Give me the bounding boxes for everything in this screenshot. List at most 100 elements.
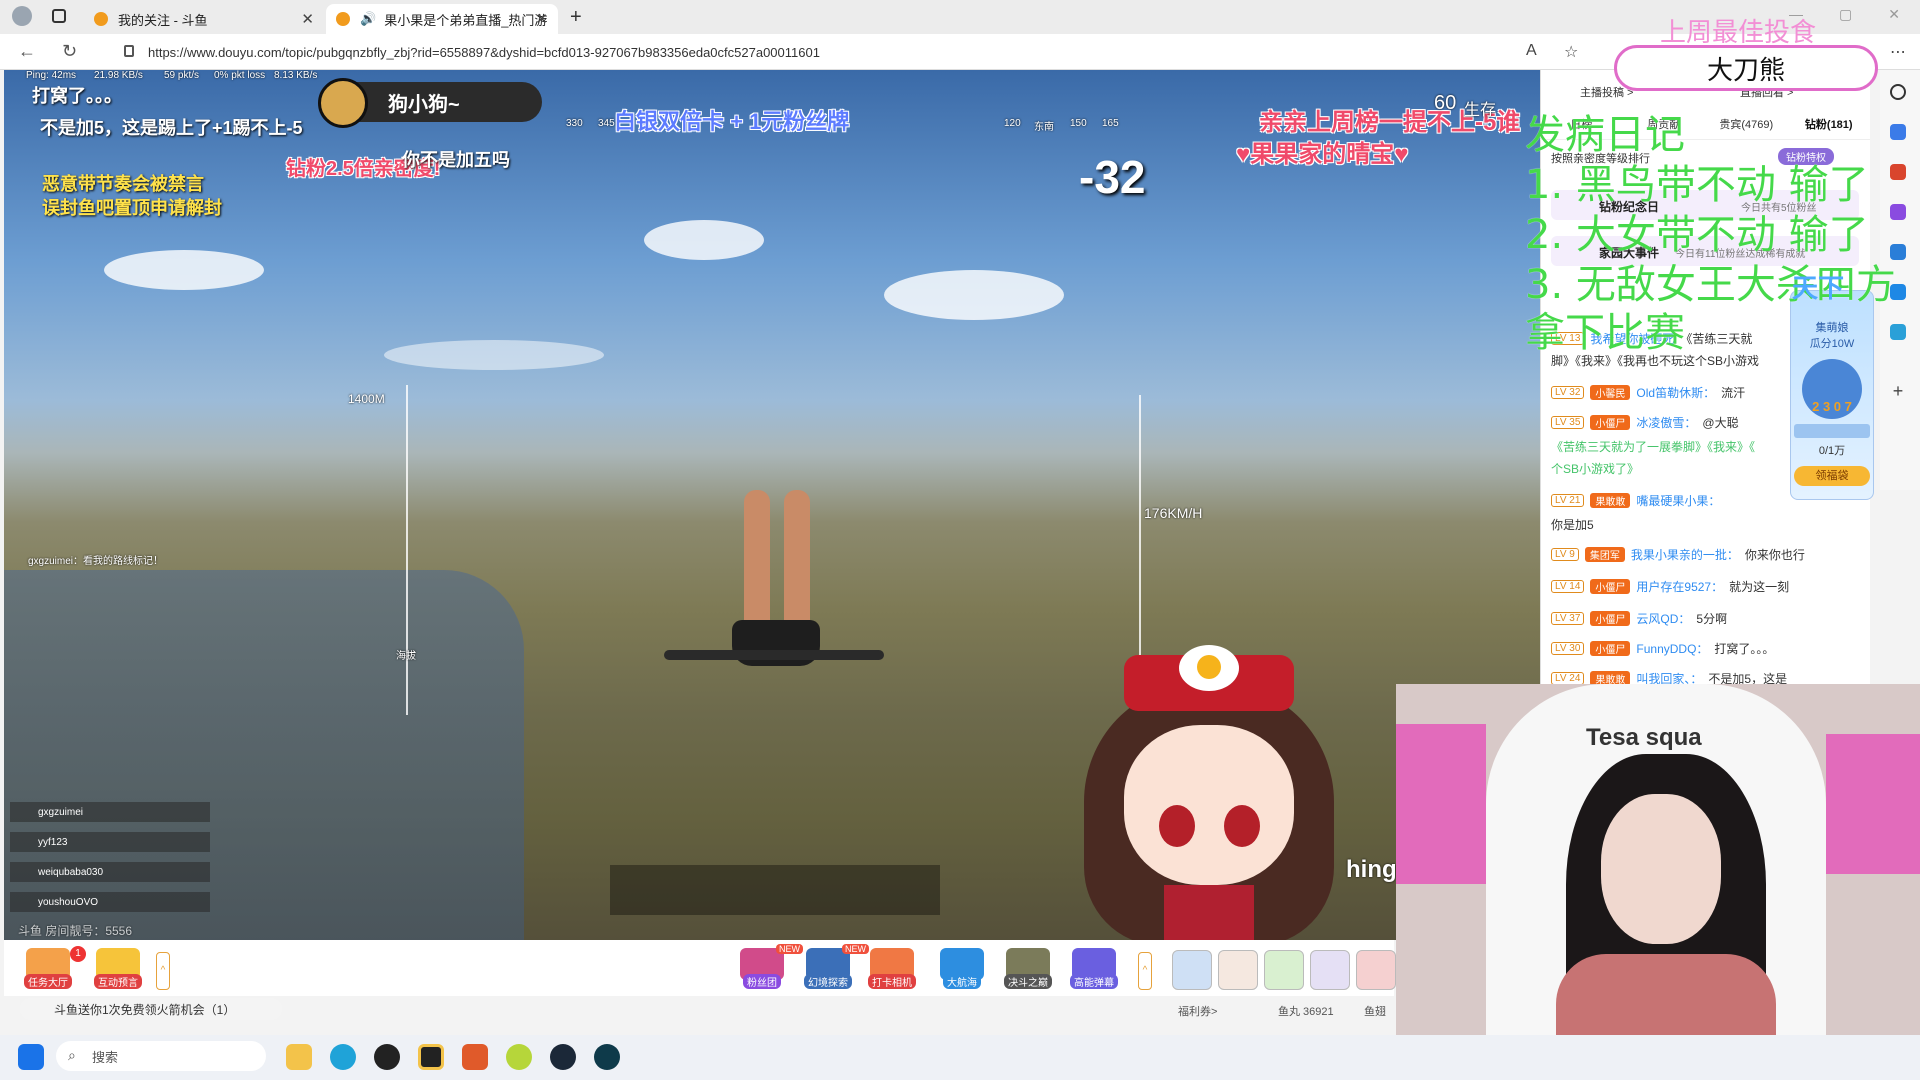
close-icon[interactable]: ✕ (301, 10, 314, 28)
gift-danmaku[interactable]: 高能弹幕 (1066, 948, 1122, 996)
url-field[interactable]: https://www.douyu.com/topic/pubgqnzbfly_… (116, 39, 1576, 65)
rocket-notice[interactable]: 斗鱼送你1次免费领火箭机会（1） (20, 998, 282, 1020)
lucky-bag-progress-bar (1794, 424, 1870, 438)
video-player[interactable]: Ping: 42ms 21.98 KB/s 59 pkt/s 0% pkt lo… (4, 70, 1540, 940)
gift-explore[interactable]: 幻境探索 (800, 948, 856, 996)
chat-overlay: 你不是加五吗 (402, 150, 510, 170)
chat-message: LV 14 小僵尸 用户存在9527： 就为这一刻 (1551, 578, 1789, 595)
tab-live-room[interactable]: 🔊 果小果是个弟弟直播_热门游 ✕ (326, 4, 558, 34)
new-tag: NEW (776, 944, 803, 954)
best-feeder-title: 上周最佳投食 (1660, 17, 1817, 47)
file-explorer-icon[interactable] (286, 1044, 312, 1070)
best-feeder-name: 大刀熊 (1614, 45, 1878, 91)
expand-icon[interactable]: ^ (156, 952, 170, 990)
lucky-bag-widget[interactable]: 集萌娘 瓜分10W 2 3 0 7 0/1万 领福袋 (1790, 290, 1874, 500)
chat-message: LV 21 果敢敢 嘴最硬果小果： (1551, 492, 1720, 509)
app-icon[interactable] (594, 1044, 620, 1070)
search-icon: ⌕ (68, 1047, 76, 1063)
tab-vip[interactable]: 贵宾(4769) (1705, 110, 1788, 139)
gift-duel[interactable]: 决斗之巅 (1000, 948, 1056, 996)
task-badge: 1 (70, 946, 86, 962)
favorite-star-icon[interactable]: ☆ (1564, 42, 1578, 62)
gift-item[interactable] (1218, 950, 1258, 990)
collect-bag-button[interactable]: 领福袋 (1794, 466, 1870, 486)
steam-icon[interactable] (550, 1044, 576, 1070)
gift-item[interactable] (1310, 950, 1350, 990)
gift-camera[interactable]: 打卡相机 (864, 948, 920, 996)
altitude-text: 1400M (348, 392, 385, 406)
task-hall-button[interactable]: 任务大厅 (20, 948, 76, 996)
app-icon[interactable] (374, 1044, 400, 1070)
sea-label: 海拔 (396, 651, 416, 662)
edge-icon[interactable] (330, 1044, 356, 1070)
warning-text: 恶意带节奏会被禁言 (42, 174, 204, 194)
tab-diamond[interactable]: 钻粉(181) (1788, 110, 1871, 139)
net-text: 21.98 KB/s (94, 70, 143, 81)
team-member: weiqubaba030 (10, 862, 210, 882)
interact-predict-button[interactable]: 互动预言 (90, 948, 146, 996)
compass-tick: 330 (566, 118, 583, 129)
lucky-bag-title: 集萌娘 (1815, 322, 1849, 334)
collections-icon[interactable] (1890, 124, 1906, 140)
back-icon[interactable]: ← (18, 41, 36, 62)
fishwing-count: 鱼翅 (1364, 1006, 1386, 1018)
chat-message: LV 35 小僵尸 冰凌傲雪： @大聪 (1551, 414, 1739, 431)
tab-actions-icon[interactable] (52, 9, 66, 23)
profile-icon[interactable] (12, 6, 32, 26)
new-tab-button[interactable]: + (570, 6, 582, 29)
team-member: yyf123 (10, 832, 210, 852)
add-icon[interactable]: + (1890, 382, 1906, 400)
search-icon[interactable] (1890, 84, 1906, 100)
speaker-icon[interactable]: 🔊 (360, 11, 376, 27)
app-icon[interactable] (418, 1044, 444, 1070)
tab-title: 我的关注 - 斗鱼 (118, 12, 208, 28)
streamer-badge: 狗小狗~ (318, 78, 542, 128)
room-number: 斗鱼 房间靓号：5556 (18, 924, 133, 938)
close-window-icon[interactable]: ✕ (1888, 6, 1900, 23)
lucky-bag-count: 2 3 0 7 (1812, 399, 1852, 414)
alive-count: 60 (1434, 92, 1457, 114)
gift-item[interactable] (1172, 950, 1212, 990)
lucky-bag-progress: 0/1万 (1818, 445, 1846, 457)
menu-icon[interactable]: ⋯ (1890, 42, 1906, 62)
fishball-count: 鱼丸 36921 (1278, 1006, 1334, 1018)
expand-icon[interactable]: ^ (1138, 952, 1152, 990)
compass-tick: 150 (1070, 118, 1087, 129)
cloud (104, 250, 264, 290)
avatar (318, 78, 368, 128)
send-icon[interactable] (1890, 324, 1906, 340)
team-member: youshouOVO (10, 892, 210, 912)
cloud (644, 220, 764, 260)
windows-start-icon[interactable] (18, 1044, 44, 1070)
chat-message: LV 32 小馨民 Old笛勒休斯： 流汗 (1551, 384, 1745, 401)
welfare-link[interactable]: 福利券> (1178, 1003, 1217, 1019)
streamer-name: 狗小狗~ (388, 93, 460, 116)
games-icon[interactable] (1890, 204, 1906, 220)
toolbox-icon[interactable] (1890, 164, 1906, 180)
net-text: 59 pkt/s (164, 70, 200, 81)
maximize-icon[interactable]: ▢ (1839, 6, 1852, 23)
app-icon[interactable] (462, 1044, 488, 1070)
altitude-bar (406, 385, 408, 715)
inventory-bar (610, 865, 940, 915)
overlay-text: 打窝了。。。 (32, 86, 122, 106)
gift-voyage[interactable]: 大航海 (934, 948, 990, 996)
url-text: https://www.douyu.com/topic/pubgqnzbfly_… (148, 44, 820, 60)
compass-tick: 165 (1102, 118, 1119, 129)
chat-message: LV 37 小僵尸 云风QD： 5分啊 (1551, 610, 1727, 627)
rank-text: ♥果果家的晴宝♥ (1236, 141, 1409, 168)
gift-item[interactable] (1356, 950, 1396, 990)
gift-fan-club[interactable]: 粉丝团 (734, 948, 790, 996)
chat-message: LV 30 小僵尸 FunnyDDQ： 打窝了。。。 (1551, 640, 1774, 657)
neon-art (1826, 734, 1920, 874)
cloud (384, 340, 604, 370)
app-icon[interactable] (506, 1044, 532, 1070)
read-aloud-icon[interactable]: A (1526, 42, 1537, 60)
sea-area (4, 570, 524, 940)
compass-tick: 345 (598, 118, 615, 129)
tab-following[interactable]: 我的关注 - 斗鱼 ✕ (84, 4, 324, 34)
refresh-icon[interactable]: ↻ (62, 41, 77, 62)
taskbar-search[interactable]: ⌕ 搜索 (56, 1041, 266, 1071)
close-icon[interactable]: ✕ (535, 10, 548, 28)
gift-item[interactable] (1264, 950, 1304, 990)
